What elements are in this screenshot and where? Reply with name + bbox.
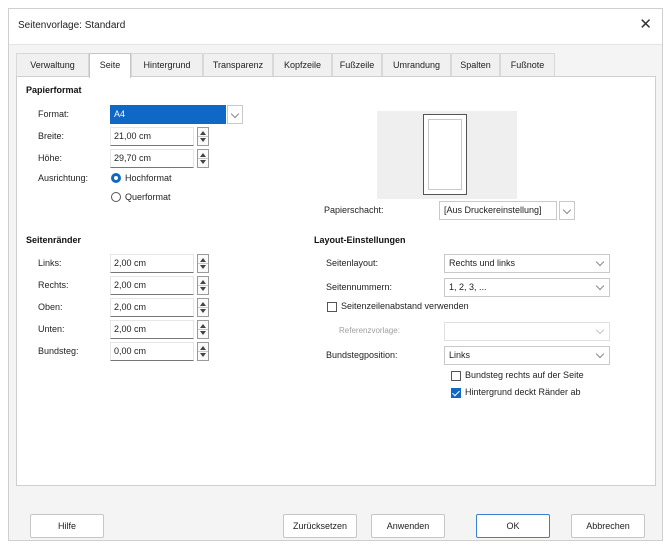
width-label: Breite: bbox=[38, 131, 65, 141]
tab-hintergrund[interactable]: Hintergrund bbox=[131, 53, 203, 77]
orientation-label: Ausrichtung: bbox=[38, 173, 89, 183]
tab-panel-seite: Papierformat Format: A4 Breite: 21,00 cm… bbox=[16, 76, 656, 486]
tab-kopfzeile[interactable]: Kopfzeile bbox=[273, 53, 332, 77]
background-covers-margins-checkbox[interactable] bbox=[451, 388, 461, 398]
arrow-down-icon bbox=[200, 265, 206, 269]
arrow-down-icon bbox=[200, 353, 206, 357]
arrow-up-icon bbox=[200, 258, 206, 262]
tab-verwaltung[interactable]: Verwaltung bbox=[16, 53, 89, 77]
apply-button[interactable]: Anwenden bbox=[371, 514, 445, 538]
gutter-position-dropdown[interactable]: Links bbox=[444, 346, 610, 365]
window-title: Seitenvorlage: Standard bbox=[18, 20, 126, 31]
paper-tray-label: Papierschacht: bbox=[324, 205, 384, 215]
register-true-label[interactable]: Seitenzeilenabstand verwenden bbox=[341, 301, 469, 311]
margin-bottom-field[interactable]: 2,00 cm bbox=[110, 320, 194, 339]
width-field[interactable]: 21,00 cm bbox=[110, 127, 194, 146]
page-preview bbox=[377, 111, 517, 199]
arrow-down-icon bbox=[200, 331, 206, 335]
reference-style-label: Referenzvorlage: bbox=[339, 326, 400, 335]
page-layout-label: Seitenlayout: bbox=[326, 258, 379, 268]
preview-page bbox=[423, 114, 467, 195]
tab-fusszeile[interactable]: Fußzeile bbox=[332, 53, 382, 77]
tab-seite[interactable]: Seite bbox=[89, 53, 131, 78]
margin-top-field[interactable]: 2,00 cm bbox=[110, 298, 194, 317]
margin-right-field[interactable]: 2,00 cm bbox=[110, 276, 194, 295]
arrow-up-icon bbox=[200, 346, 206, 350]
cancel-button[interactable]: Abbrechen bbox=[571, 514, 645, 538]
gutter-spin-button[interactable] bbox=[197, 342, 209, 361]
background-covers-margins-label[interactable]: Hintergrund deckt Ränder ab bbox=[465, 387, 581, 397]
tab-spalten[interactable]: Spalten bbox=[451, 53, 500, 77]
margin-left-field[interactable]: 2,00 cm bbox=[110, 254, 194, 273]
portrait-radio[interactable] bbox=[111, 173, 121, 183]
paper-format-heading: Papierformat bbox=[26, 85, 82, 95]
gutter-right-label[interactable]: Bundsteg rechts auf der Seite bbox=[465, 370, 584, 380]
paper-tray-dropdown-button[interactable] bbox=[559, 201, 575, 220]
arrow-down-icon bbox=[200, 160, 206, 164]
margin-bottom-spin-button[interactable] bbox=[197, 320, 209, 339]
arrow-down-icon bbox=[200, 309, 206, 313]
arrow-down-icon bbox=[200, 287, 206, 291]
margin-right-spin-button[interactable] bbox=[197, 276, 209, 295]
help-button[interactable]: Hilfe bbox=[30, 514, 104, 538]
margin-top-spin-button[interactable] bbox=[197, 298, 209, 317]
margin-top-label: Oben: bbox=[38, 302, 63, 312]
paper-tray-dropdown[interactable]: [Aus Druckereinstellung] bbox=[439, 201, 557, 220]
arrow-up-icon bbox=[200, 131, 206, 135]
margin-left-spin-button[interactable] bbox=[197, 254, 209, 273]
preview-margins bbox=[428, 119, 462, 190]
tab-fussnote[interactable]: Fußnote bbox=[500, 53, 555, 77]
register-true-checkbox[interactable] bbox=[327, 302, 337, 312]
format-label: Format: bbox=[38, 109, 70, 119]
format-dropdown-button[interactable] bbox=[227, 105, 243, 124]
page-numbers-label: Seitennummern: bbox=[326, 282, 393, 292]
tab-transparenz[interactable]: Transparenz bbox=[203, 53, 273, 77]
arrow-up-icon bbox=[200, 302, 206, 306]
chevron-down-icon bbox=[562, 205, 572, 215]
height-field[interactable]: 29,70 cm bbox=[110, 149, 194, 168]
format-dropdown[interactable]: A4 bbox=[110, 105, 226, 124]
landscape-label[interactable]: Querformat bbox=[125, 192, 171, 202]
close-icon[interactable]: ✕ bbox=[639, 17, 652, 33]
width-spin-button[interactable] bbox=[197, 127, 209, 146]
arrow-down-icon bbox=[200, 138, 206, 142]
margin-left-label: Links: bbox=[38, 258, 62, 268]
margin-bottom-label: Unten: bbox=[38, 324, 65, 334]
landscape-radio[interactable] bbox=[111, 192, 121, 202]
page-style-dialog: Seitenvorlage: Standard ✕ Verwaltung Sei… bbox=[8, 8, 663, 541]
gutter-label: Bundsteg: bbox=[38, 346, 79, 356]
gutter-field[interactable]: 0,00 cm bbox=[110, 342, 194, 361]
gutter-position-label: Bundstegposition: bbox=[326, 350, 398, 360]
margin-right-label: Rechts: bbox=[38, 280, 69, 290]
chevron-down-icon bbox=[230, 109, 240, 119]
tab-umrandung[interactable]: Umrandung bbox=[382, 53, 451, 77]
page-layout-dropdown[interactable]: Rechts und links bbox=[444, 254, 610, 273]
height-spin-button[interactable] bbox=[197, 149, 209, 168]
title-bar: Seitenvorlage: Standard ✕ bbox=[9, 9, 662, 45]
arrow-up-icon bbox=[200, 324, 206, 328]
height-label: Höhe: bbox=[38, 153, 63, 163]
ok-button[interactable]: OK bbox=[476, 514, 550, 538]
portrait-label[interactable]: Hochformat bbox=[125, 173, 172, 183]
margins-heading: Seitenränder bbox=[26, 235, 82, 245]
page-numbers-dropdown[interactable]: 1, 2, 3, ... bbox=[444, 278, 610, 297]
reference-style-dropdown bbox=[444, 322, 610, 341]
arrow-up-icon bbox=[200, 153, 206, 157]
layout-settings-heading: Layout-Einstellungen bbox=[314, 235, 406, 245]
arrow-up-icon bbox=[200, 280, 206, 284]
gutter-right-checkbox[interactable] bbox=[451, 371, 461, 381]
reset-button[interactable]: Zurücksetzen bbox=[283, 514, 357, 538]
